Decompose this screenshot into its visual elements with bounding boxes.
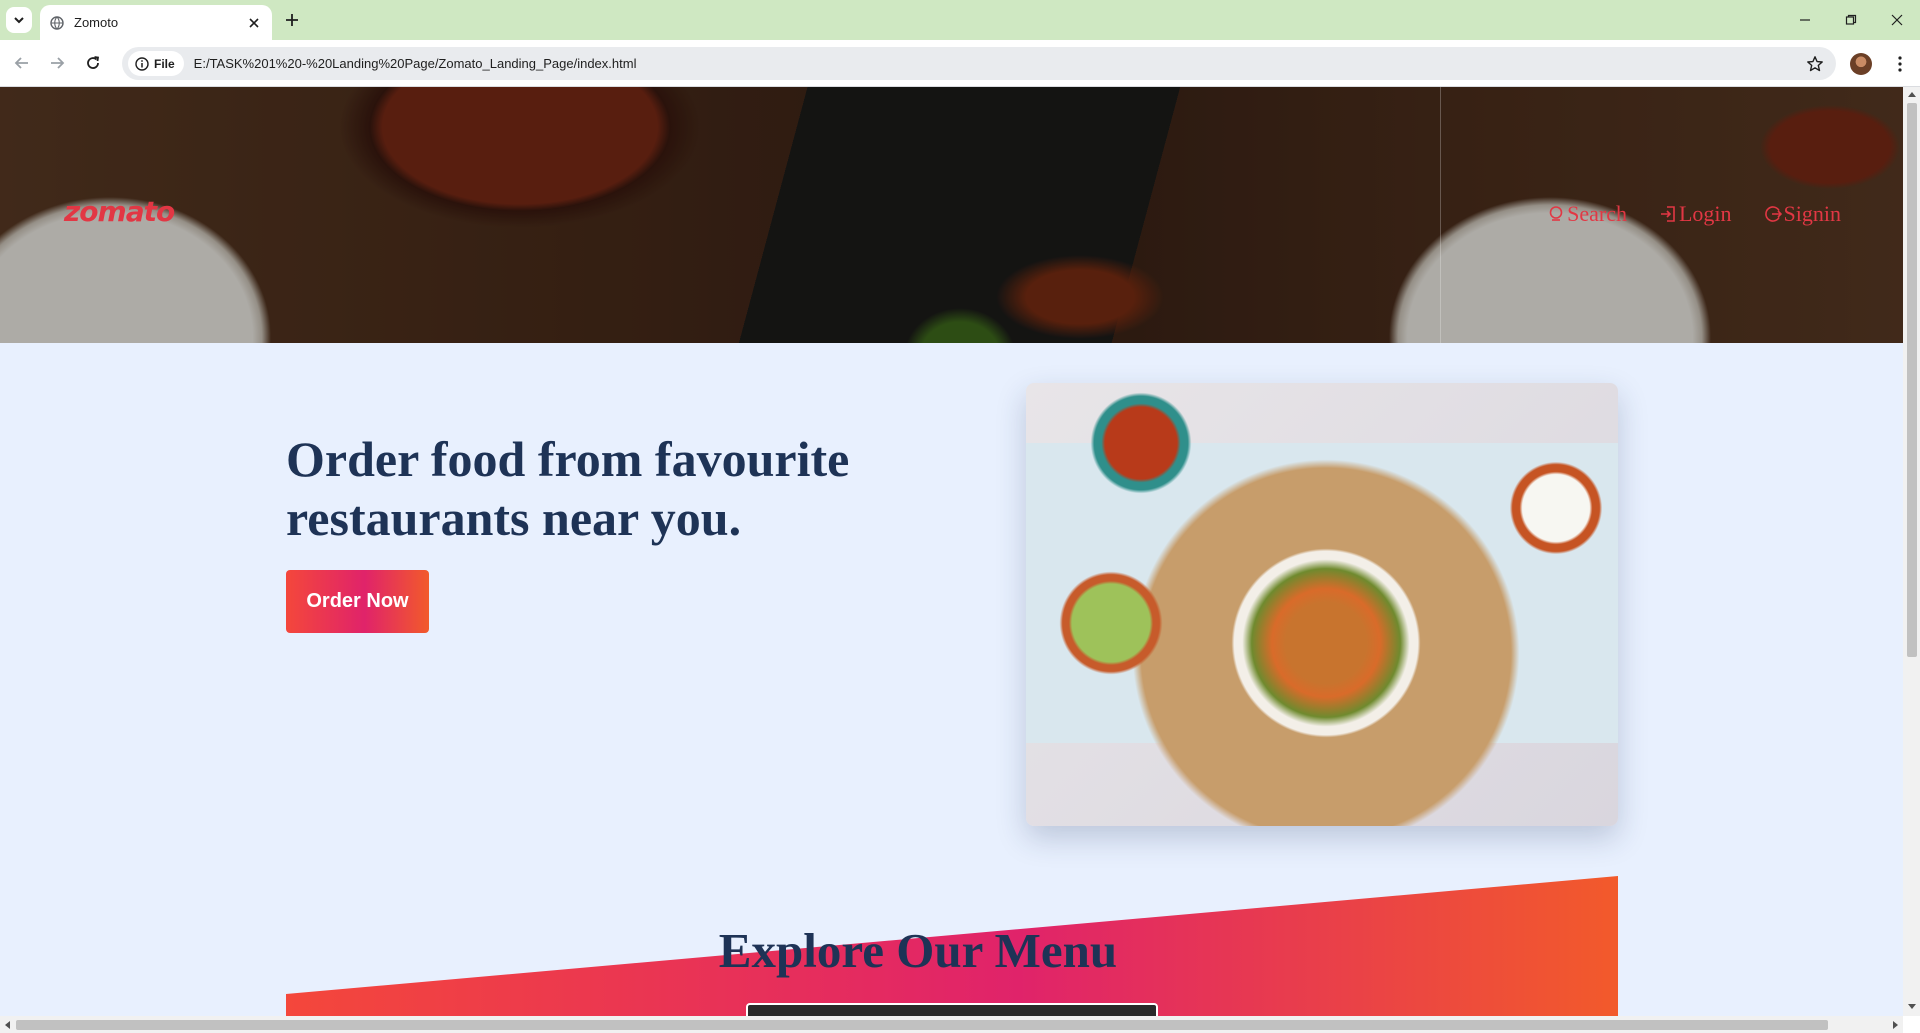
nav-login-label: Login bbox=[1678, 201, 1732, 226]
close-icon bbox=[1891, 14, 1903, 26]
scroll-left-arrow[interactable] bbox=[5, 1021, 10, 1029]
scroll-down-arrow[interactable] bbox=[1908, 1004, 1916, 1009]
browser-toolbar: File E:/TASK%201%20-%20Landing%20Page/Zo… bbox=[0, 40, 1920, 87]
order-now-button[interactable]: Order Now bbox=[286, 570, 429, 633]
bookmark-button[interactable] bbox=[1800, 49, 1830, 79]
nav-search-link[interactable]: Search bbox=[1547, 201, 1627, 227]
horizontal-scroll-thumb[interactable] bbox=[16, 1020, 1828, 1030]
scroll-right-arrow[interactable] bbox=[1893, 1021, 1898, 1029]
restore-button[interactable] bbox=[1828, 0, 1874, 40]
nav-search-label: Search bbox=[1567, 201, 1627, 226]
top-nav: Search Login Signin bbox=[1547, 201, 1841, 227]
browser-tab[interactable]: Zomoto bbox=[40, 5, 272, 40]
menu-card[interactable] bbox=[746, 1003, 1158, 1016]
browser-menu-button[interactable] bbox=[1888, 52, 1912, 76]
info-icon bbox=[135, 56, 149, 71]
header-banner-image: zomato Search Login Signin bbox=[0, 87, 1903, 343]
hero-content: Order food from favourite restaurants ne… bbox=[286, 430, 906, 633]
plus-icon bbox=[286, 14, 298, 26]
close-tab-icon[interactable] bbox=[246, 15, 262, 31]
back-button[interactable] bbox=[10, 51, 34, 75]
site-info-label: File bbox=[154, 56, 175, 71]
arrow-right-icon bbox=[51, 57, 65, 69]
search-icon bbox=[1549, 206, 1563, 221]
page-viewport: zomato Search Login Signin Order food fr… bbox=[0, 87, 1903, 1016]
new-tab-button[interactable] bbox=[282, 10, 302, 30]
vertical-scroll-thumb[interactable] bbox=[1907, 103, 1917, 657]
globe-icon bbox=[50, 15, 64, 30]
reload-icon bbox=[87, 56, 100, 69]
more-vertical-icon bbox=[1898, 56, 1902, 72]
close-window-button[interactable] bbox=[1874, 0, 1920, 40]
nav-signin-link[interactable]: Signin bbox=[1764, 201, 1841, 227]
scroll-up-arrow[interactable] bbox=[1908, 92, 1916, 97]
zomato-logo[interactable]: zomato bbox=[64, 195, 175, 228]
url-text[interactable]: E:/TASK%201%20-%20Landing%20Page/Zomato_… bbox=[194, 56, 1800, 71]
browser-tab-strip: Zomoto bbox=[0, 0, 1920, 40]
login-icon bbox=[1660, 206, 1675, 222]
restore-icon bbox=[1845, 14, 1857, 25]
site-info-chip[interactable]: File bbox=[128, 51, 184, 76]
reload-button[interactable] bbox=[81, 51, 105, 75]
nav-login-link[interactable]: Login bbox=[1659, 201, 1732, 227]
minimize-button[interactable] bbox=[1782, 0, 1828, 40]
tab-title: Zomoto bbox=[74, 15, 119, 30]
minimize-icon bbox=[1800, 19, 1810, 21]
forward-button[interactable] bbox=[45, 51, 69, 75]
profile-avatar[interactable] bbox=[1850, 53, 1872, 75]
food-platter-image bbox=[1026, 383, 1618, 826]
chevron-down-icon bbox=[14, 17, 24, 24]
banner-image-seam bbox=[1440, 87, 1441, 343]
explore-menu-title: Explore Our Menu bbox=[718, 923, 1118, 978]
signin-icon bbox=[1764, 206, 1782, 222]
arrow-left-icon bbox=[14, 57, 28, 69]
star-icon bbox=[1807, 55, 1823, 71]
vertical-scrollbar[interactable] bbox=[1903, 87, 1920, 1016]
explore-menu-section: Explore Our Menu bbox=[286, 876, 1618, 1016]
tab-search-button[interactable] bbox=[6, 7, 32, 33]
horizontal-scrollbar[interactable] bbox=[0, 1016, 1903, 1033]
hero-heading: Order food from favourite restaurants ne… bbox=[286, 431, 850, 546]
nav-signin-label: Signin bbox=[1783, 201, 1841, 226]
address-bar[interactable]: File E:/TASK%201%20-%20Landing%20Page/Zo… bbox=[122, 47, 1836, 80]
